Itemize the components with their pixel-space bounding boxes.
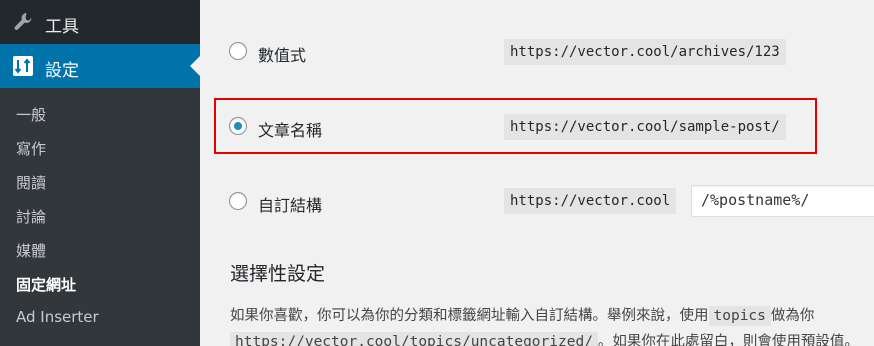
settings-submenu: 一般 寫作 閱讀 討論 媒體 固定網址 Ad Inserter <box>0 88 200 346</box>
option-custom-label: 自訂結構 <box>258 196 323 215</box>
option-post-name-label: 文章名稱 <box>258 121 323 140</box>
menu-tools-label: 工具 <box>45 17 79 37</box>
radio-custom-structure[interactable] <box>229 192 247 210</box>
permalink-settings: 數值式 https://vector.cool/archives/123 文章名… <box>200 0 874 346</box>
submenu-item-discussion[interactable]: 討論 <box>16 206 46 227</box>
option-post-name-example: https://vector.cool/sample-post/ <box>504 114 786 140</box>
admin-sidebar: 工具 設定 一般 寫作 閱讀 討論 媒體 固定網址 Ad Inserter <box>0 0 200 346</box>
optional-description-line1: 如果你喜歡，你可以為你的分類和標籤網址輸入自訂結構。舉例來說，使用 topics 做… <box>230 304 815 326</box>
menu-tools[interactable]: 工具 <box>0 0 200 44</box>
desc-text-1: 如果你喜歡，你可以為你的分類和標籤網址輸入自訂結構。舉例來說，使用 <box>230 308 709 324</box>
radio-post-name[interactable] <box>229 117 247 135</box>
wrench-icon <box>14 13 32 30</box>
current-menu-arrow <box>190 56 200 76</box>
submenu-item-permalinks[interactable]: 固定網址 <box>16 274 76 295</box>
menu-settings[interactable]: 設定 <box>0 44 200 88</box>
option-custom-base: https://vector.cool <box>504 188 677 214</box>
optional-description-line2: https://vector.cool/topics/uncategorized… <box>230 330 859 346</box>
submenu-item-writing[interactable]: 寫作 <box>16 138 46 159</box>
option-numeric-example: https://vector.cool/archives/123 <box>504 39 786 65</box>
settings-icon <box>13 56 33 76</box>
custom-structure-input[interactable]: /%postname%/ <box>691 185 874 217</box>
submenu-item-ad-inserter[interactable]: Ad Inserter <box>16 308 99 326</box>
option-numeric-label: 數值式 <box>258 46 307 65</box>
submenu-item-media[interactable]: 媒體 <box>16 240 46 261</box>
radio-numeric[interactable] <box>229 42 247 60</box>
optional-section-title: 選擇性設定 <box>230 263 326 285</box>
submenu-item-reading[interactable]: 閱讀 <box>16 172 46 193</box>
menu-settings-label: 設定 <box>45 61 79 81</box>
desc-text-2: 做為你 <box>770 308 815 324</box>
desc-code-url: https://vector.cool/topics/uncategorized… <box>230 332 598 346</box>
submenu-item-general[interactable]: 一般 <box>16 104 46 125</box>
desc-code-topics: topics <box>708 306 771 326</box>
desc-text-3: 。如果你在此處留白，則會使用預設值。 <box>597 334 859 346</box>
